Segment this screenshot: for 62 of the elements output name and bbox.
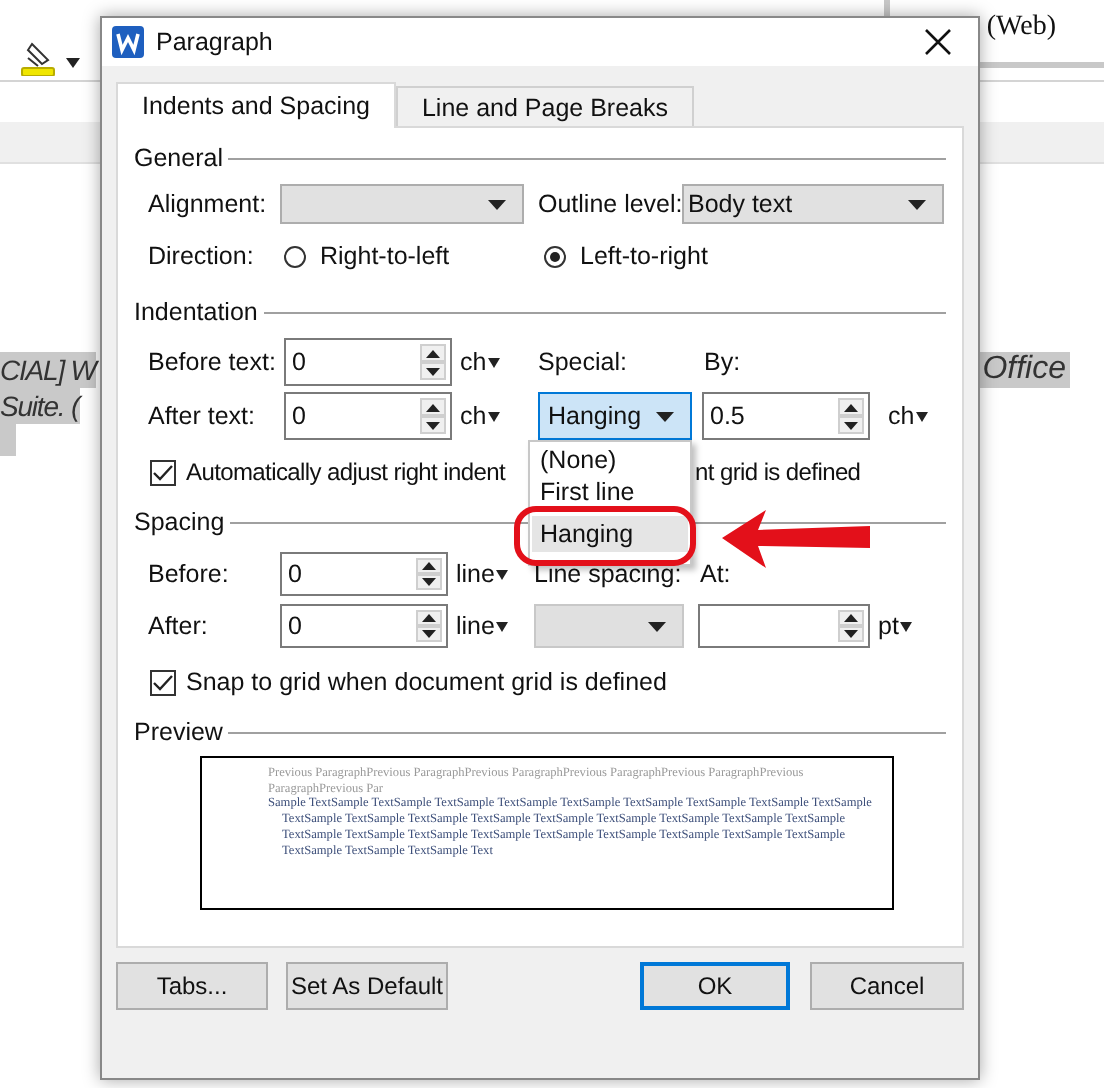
field-label: At: [700,561,731,587]
field-label: Special: [538,348,629,376]
radio-button[interactable] [284,245,306,267]
caret-icon [496,569,509,579]
checkbox-label: nt grid is defined [695,458,861,486]
menu-item[interactable]: First line [532,476,688,508]
caret-icon [656,411,674,421]
unit-dropdown[interactable]: line [448,560,534,588]
unit-dropdown[interactable]: ch [452,348,538,376]
unit-dropdown[interactable]: line [448,612,534,640]
caret-icon [648,621,666,631]
menu-item[interactable]: Hanging [532,516,688,552]
app-icon [112,26,144,58]
caret-icon [488,199,506,209]
dialog-button[interactable]: OK [640,962,790,1010]
menu-item[interactable]: (None) [532,444,688,476]
check-icon [152,673,174,691]
document-text: Suite. ( [0,388,80,424]
field-label: Alignment: [148,190,269,218]
checkbox-label: Automatically adjust right indent [186,458,506,486]
document-text: Office [978,352,1070,388]
tab[interactable]: Indents and Spacing [116,82,396,128]
section-heading: Preview [134,718,223,746]
dialog-button[interactable]: Cancel [810,962,964,1010]
checkbox-label: Snap to grid when document grid is defined [186,668,667,696]
field-label: By: [704,348,741,376]
unit-dropdown[interactable]: ch [452,402,538,430]
section-heading: Indentation [134,298,258,326]
caret-icon [916,411,929,421]
field-label: After: [148,613,210,639]
radio-label: Left-to-right [580,242,708,270]
radio-button[interactable] [544,245,566,267]
check-icon [152,463,174,481]
dialog-button[interactable]: Tabs... [116,962,268,1010]
field-label: Before text: [148,348,278,376]
caret-icon [488,411,501,421]
caret-icon [66,58,80,68]
checkbox[interactable] [150,459,176,485]
unit-dropdown[interactable]: ch [880,402,929,430]
section-heading: Spacing [134,508,225,536]
caret-icon [488,357,501,367]
field-label: Direction: [148,242,256,270]
window-title: Paragraph [156,28,273,56]
caret-icon [496,621,509,631]
dropdown[interactable]: Hanging [538,392,692,440]
radio-label: Right-to-left [320,242,452,270]
tab[interactable]: Line and Page Breaks [395,86,694,126]
dropdown[interactable]: Body text [682,184,944,224]
text-highlight [0,424,16,456]
field-label: Outline level: [538,190,682,218]
section-heading: General [134,144,223,172]
style-name: (Web) [986,11,1056,43]
unit-dropdown[interactable]: pt [870,612,913,640]
checkbox[interactable] [150,669,176,695]
field-label: Before: [148,561,231,587]
close-icon [924,28,952,56]
dialog-button[interactable]: Set As Default [286,962,448,1010]
field-label: Line spacing: [534,561,684,587]
document-text: CIAL] W [0,352,96,388]
field-label: After text: [148,402,257,430]
caret-icon [900,621,913,631]
caret-icon [908,199,926,209]
